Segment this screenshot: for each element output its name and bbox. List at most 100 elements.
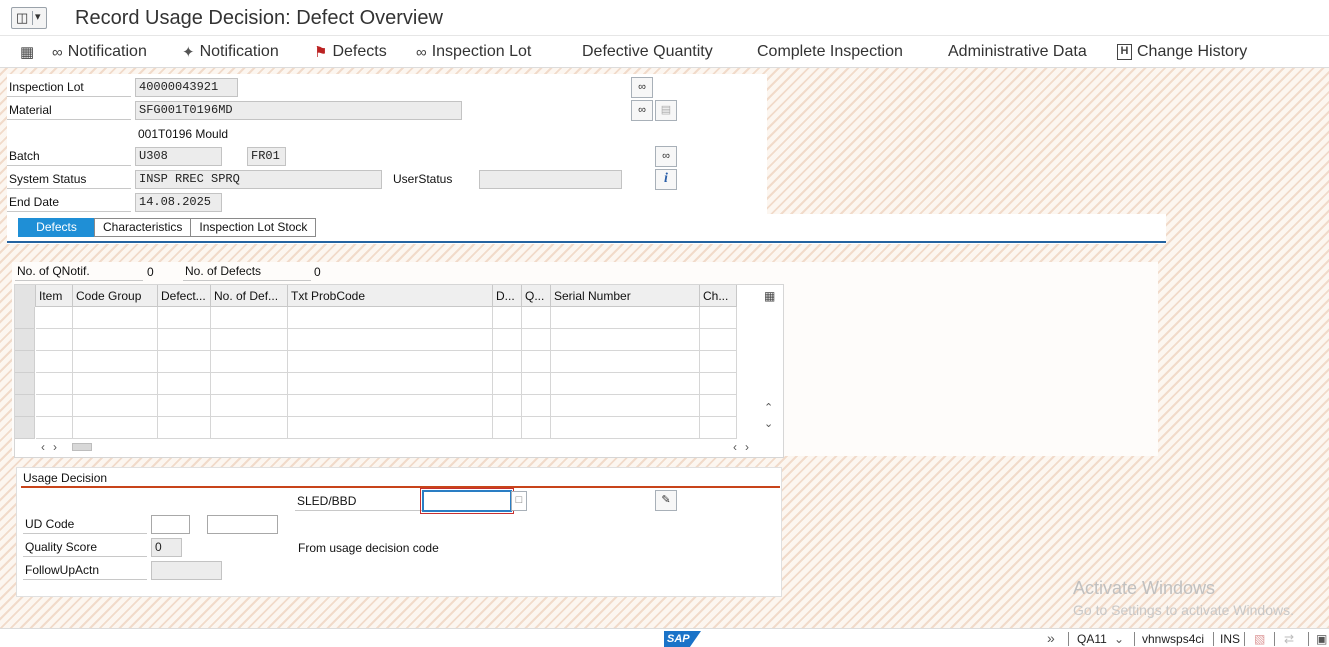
column-header-txt-probcode[interactable]: Txt ProbCode [288, 285, 493, 307]
toolbar-complete-inspection-button[interactable]: Complete Inspection [757, 42, 903, 62]
end-date-field[interactable]: 14.08.2025 [135, 193, 222, 212]
display-material-button[interactable]: ∞ [631, 100, 653, 121]
batch-field[interactable]: U308 [135, 147, 222, 166]
toolbar-display-notification-button[interactable]: ∞ Notification [52, 42, 147, 62]
plant-field[interactable]: FR01 [247, 147, 286, 166]
table-cell[interactable] [288, 395, 493, 417]
status-info-button[interactable]: i [655, 169, 677, 190]
table-cell[interactable] [36, 329, 73, 351]
row-selector[interactable] [15, 395, 35, 417]
table-cell[interactable] [73, 395, 158, 417]
table-cell[interactable] [73, 417, 158, 439]
toolbar-administrative-data-button[interactable]: Administrative Data [948, 42, 1087, 62]
table-cell[interactable] [36, 417, 73, 439]
toolbar-menu-button[interactable]: ▦ [20, 42, 39, 62]
table-cell[interactable] [522, 351, 551, 373]
toolbar-create-notification-button[interactable]: ✦ Notification [182, 42, 279, 62]
table-cell[interactable] [73, 373, 158, 395]
table-cell[interactable] [551, 395, 700, 417]
column-header-code-group[interactable]: Code Group [73, 285, 158, 307]
column-header-serial-number[interactable]: Serial Number [551, 285, 700, 307]
table-cell[interactable] [493, 351, 522, 373]
column-header-no-of-defects[interactable]: No. of Def... [211, 285, 288, 307]
table-cell[interactable] [700, 395, 737, 417]
ud-code-field[interactable] [207, 515, 278, 534]
followup-action-field[interactable] [151, 561, 222, 580]
select-all-cell[interactable] [15, 285, 36, 307]
table-cell[interactable] [158, 373, 211, 395]
horizontal-scroll-thumb[interactable] [72, 443, 92, 451]
table-cell[interactable] [551, 417, 700, 439]
ud-code-group-field[interactable] [151, 515, 190, 534]
column-header-d[interactable]: D... [493, 285, 522, 307]
table-cell[interactable] [551, 351, 700, 373]
table-cell[interactable] [288, 373, 493, 395]
toolbar-defective-quantity-button[interactable]: Defective Quantity [582, 42, 713, 62]
table-cell[interactable] [158, 417, 211, 439]
table-cell[interactable] [288, 417, 493, 439]
table-cell[interactable] [700, 329, 737, 351]
tab-defects[interactable]: Defects [18, 218, 95, 237]
horizontal-scroll-right[interactable]: ‹› [733, 440, 757, 454]
table-cell[interactable] [493, 417, 522, 439]
table-cell[interactable] [522, 329, 551, 351]
table-cell[interactable] [700, 417, 737, 439]
material-docs-button[interactable]: ▤ [655, 100, 677, 121]
tab-characteristics[interactable]: Characteristics [94, 218, 192, 237]
table-cell[interactable] [73, 307, 158, 329]
table-cell[interactable] [700, 307, 737, 329]
table-cell[interactable] [493, 395, 522, 417]
chevron-down-icon[interactable]: ⌄ [1114, 632, 1124, 646]
table-cell[interactable] [36, 373, 73, 395]
table-cell[interactable] [522, 395, 551, 417]
table-cell[interactable] [551, 329, 700, 351]
table-cell[interactable] [36, 351, 73, 373]
table-cell[interactable] [158, 307, 211, 329]
table-cell[interactable] [493, 373, 522, 395]
expand-status-icon[interactable]: » [1047, 630, 1055, 646]
quality-score-field[interactable]: 0 [151, 538, 182, 557]
vertical-scroll[interactable]: ⌃ ⌄ [764, 400, 773, 432]
table-cell[interactable] [288, 329, 493, 351]
table-cell[interactable] [158, 329, 211, 351]
column-header-ch[interactable]: Ch... [700, 285, 737, 307]
system-menu-button[interactable]: ◫ ▾ [11, 7, 47, 29]
table-cell[interactable] [522, 307, 551, 329]
column-header-defect[interactable]: Defect... [158, 285, 211, 307]
table-cell[interactable] [211, 351, 288, 373]
table-cell[interactable] [551, 307, 700, 329]
table-cell[interactable] [73, 351, 158, 373]
insert-mode[interactable]: INS [1220, 632, 1240, 646]
table-cell[interactable] [211, 373, 288, 395]
table-cell[interactable] [493, 329, 522, 351]
row-selector[interactable] [15, 351, 35, 373]
table-cell[interactable] [211, 329, 288, 351]
table-cell[interactable] [36, 395, 73, 417]
sled-bbd-input[interactable] [420, 488, 514, 514]
sled-calendar-button[interactable]: □ [511, 491, 527, 511]
table-cell[interactable] [73, 329, 158, 351]
system-status-field[interactable]: INSP RREC SPRQ [135, 170, 382, 189]
table-cell[interactable] [551, 373, 700, 395]
table-cell[interactable] [158, 351, 211, 373]
row-selector[interactable] [15, 329, 35, 351]
display-batch-button[interactable]: ∞ [655, 146, 677, 167]
inspection-lot-field[interactable]: 40000043921 [135, 78, 238, 97]
column-header-q[interactable]: Q... [522, 285, 551, 307]
table-cell[interactable] [158, 395, 211, 417]
table-cell[interactable] [522, 373, 551, 395]
table-cell[interactable] [36, 307, 73, 329]
system-name[interactable]: QA11 [1077, 632, 1107, 646]
table-cell[interactable] [211, 307, 288, 329]
row-selector[interactable] [15, 417, 35, 439]
table-cell[interactable] [700, 373, 737, 395]
tab-inspection-lot-stock[interactable]: Inspection Lot Stock [190, 218, 317, 237]
table-cell[interactable] [700, 351, 737, 373]
toolbar-change-history-button[interactable]: H Change History [1117, 42, 1247, 62]
table-cell[interactable] [493, 307, 522, 329]
user-status-field[interactable] [479, 170, 622, 189]
row-selector[interactable] [15, 307, 35, 329]
toolbar-inspection-lot-button[interactable]: ∞ Inspection Lot [416, 42, 531, 62]
row-selector[interactable] [15, 373, 35, 395]
table-cell[interactable] [288, 351, 493, 373]
